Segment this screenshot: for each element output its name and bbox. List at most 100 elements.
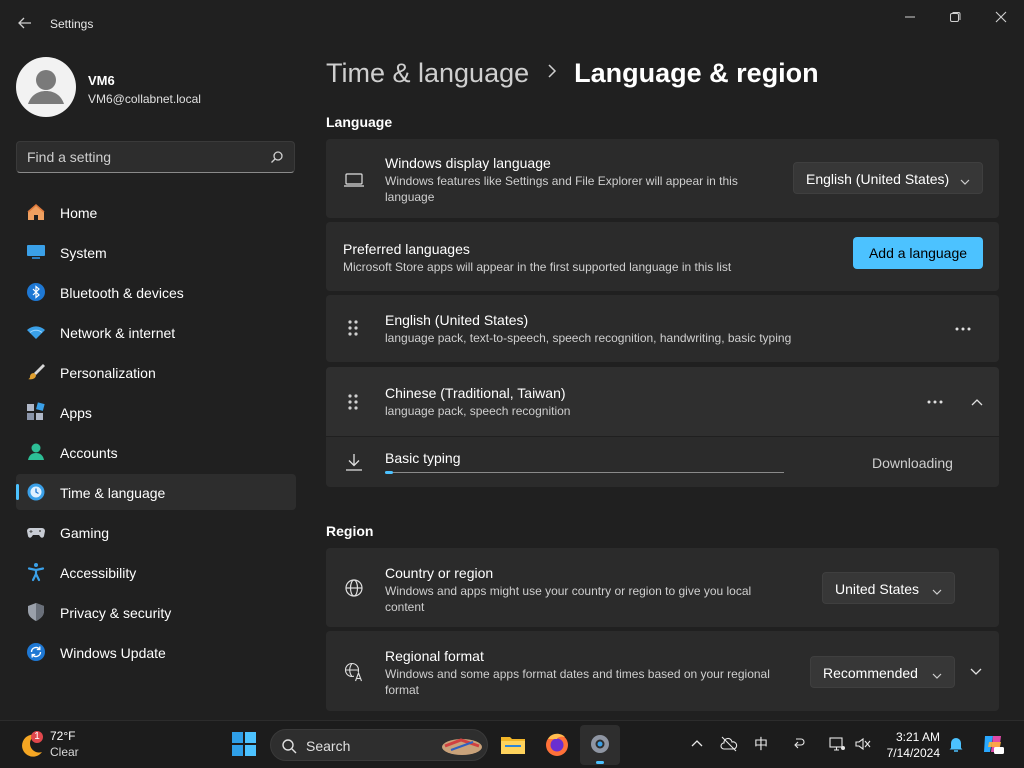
firefox-icon[interactable] <box>544 731 570 757</box>
back-arrow-icon[interactable] <box>14 12 36 34</box>
windows-start-icon[interactable] <box>231 731 257 757</box>
breadcrumb: Time & language Language & region <box>326 58 819 89</box>
clock-time[interactable]: 3:21 AM <box>880 730 940 744</box>
profile-name: VM6 <box>88 73 115 88</box>
regional-format-title: Regional format <box>385 648 484 664</box>
search-icon[interactable] <box>270 150 284 164</box>
maximize-button[interactable] <box>933 6 977 28</box>
breadcrumb-parent-link[interactable]: Time & language <box>326 58 529 88</box>
display-language-description: Windows features like Settings and File … <box>385 174 738 204</box>
regional-format-icon <box>343 661 365 683</box>
taskbar: 1 72°F Clear Search 中 3:21 AM 7/14/2024 <box>0 720 1024 768</box>
country-region-card: Country or region Windows and apps might… <box>326 548 999 627</box>
system-icon <box>26 242 46 262</box>
country-region-description: Windows and apps might use your country … <box>385 584 752 614</box>
accounts-icon <box>26 442 46 462</box>
sidebar-item-apps[interactable]: Apps <box>16 394 296 430</box>
language-features: language pack, text-to-speech, speech re… <box>385 331 792 345</box>
gamepad-icon <box>26 522 46 542</box>
search-input[interactable] <box>27 148 257 166</box>
country-region-dropdown[interactable]: United States <box>822 572 955 604</box>
taskbar-search-label: Search <box>306 738 351 754</box>
sidebar-item-time-language[interactable]: Time & language <box>16 474 296 510</box>
chevron-up-icon[interactable] <box>963 392 991 412</box>
chevron-right-icon <box>547 61 557 84</box>
sidebar-nav: Home System Bluetooth & devices Network … <box>16 194 296 674</box>
clock-date[interactable]: 7/14/2024 <box>870 746 940 760</box>
copilot-icon[interactable] <box>981 732 1005 756</box>
more-options-icon[interactable] <box>921 392 949 412</box>
input-mode-icon[interactable] <box>790 735 808 753</box>
language-item-chinese[interactable]: Chinese (Traditional, Taiwan) language p… <box>326 367 999 436</box>
language-item-english[interactable]: English (United States) language pack, t… <box>326 295 999 362</box>
search-icon <box>281 738 297 754</box>
sidebar-item-personalization[interactable]: Personalization <box>16 354 296 390</box>
file-explorer-icon[interactable] <box>500 731 526 757</box>
search-highlight-icon <box>439 734 485 756</box>
chevron-down-icon <box>932 668 942 679</box>
cloud-offline-icon[interactable] <box>720 735 738 753</box>
profile-email: VM6@collabnet.local <box>88 92 201 106</box>
app-title: Settings <box>50 17 94 31</box>
settings-app-icon[interactable] <box>580 725 620 765</box>
taskbar-search[interactable]: Search <box>270 729 488 761</box>
download-progress-fill <box>385 471 393 474</box>
expand-chevron-icon[interactable] <box>962 662 990 682</box>
update-icon <box>26 642 46 662</box>
notification-bell-icon[interactable] <box>947 735 965 753</box>
sidebar-item-windows-update[interactable]: Windows Update <box>16 634 296 670</box>
sidebar-item-home[interactable]: Home <box>16 194 296 230</box>
dropdown-value: Recommended <box>823 665 918 681</box>
title-bar: Settings <box>0 0 1024 48</box>
language-features: language pack, speech recognition <box>385 404 571 418</box>
sidebar-item-label: Accounts <box>60 445 118 461</box>
download-progress-bar <box>385 471 784 474</box>
sidebar-item-privacy[interactable]: Privacy & security <box>16 594 296 630</box>
sidebar-item-label: Personalization <box>60 365 156 381</box>
display-language-dropdown[interactable]: English (United States) <box>793 162 983 194</box>
drag-handle-icon[interactable] <box>346 319 360 337</box>
apps-icon <box>26 402 46 422</box>
ime-indicator[interactable]: 中 <box>752 734 770 752</box>
sidebar-item-gaming[interactable]: Gaming <box>16 514 296 550</box>
laptop-icon <box>343 169 365 191</box>
sidebar-item-network[interactable]: Network & internet <box>16 314 296 350</box>
page-title: Language & region <box>574 58 819 88</box>
sidebar-item-label: Privacy & security <box>60 605 172 621</box>
accessibility-icon <box>26 562 46 582</box>
sidebar-item-label: Apps <box>60 405 92 421</box>
regional-format-dropdown[interactable]: Recommended <box>810 656 955 688</box>
weather-condition: Clear <box>50 745 79 759</box>
chevron-down-icon <box>932 584 942 595</box>
sidebar-item-label: Windows Update <box>60 645 166 661</box>
minimize-button[interactable] <box>888 6 932 28</box>
preferred-languages-title: Preferred languages <box>343 241 470 257</box>
sidebar-item-bluetooth[interactable]: Bluetooth & devices <box>16 274 296 310</box>
download-status: Downloading <box>872 455 953 471</box>
sidebar-item-label: Gaming <box>60 525 110 541</box>
wifi-icon <box>26 322 46 342</box>
find-setting-search[interactable] <box>16 141 295 173</box>
sidebar-item-label: System <box>60 245 107 261</box>
avatar <box>16 57 76 117</box>
weather-widget[interactable]: 1 72°F Clear <box>18 727 118 763</box>
sidebar-item-system[interactable]: System <box>16 234 296 270</box>
sidebar-item-accounts[interactable]: Accounts <box>16 434 296 470</box>
brush-icon <box>26 362 46 382</box>
chevron-up-icon[interactable] <box>688 735 706 753</box>
basic-typing-download-row: Basic typing Downloading <box>326 437 999 487</box>
region-section-heading: Region <box>326 523 374 539</box>
display-icon[interactable] <box>828 735 846 753</box>
close-button[interactable] <box>979 6 1023 28</box>
drag-handle-icon[interactable] <box>346 393 360 411</box>
active-indicator <box>16 484 19 500</box>
add-language-button[interactable]: Add a language <box>853 237 983 269</box>
sidebar-item-label: Home <box>60 205 98 221</box>
sidebar-item-label: Network & internet <box>60 325 176 341</box>
regional-format-card[interactable]: Regional format Windows and some apps fo… <box>326 631 999 711</box>
shield-icon <box>26 602 46 622</box>
more-options-icon[interactable] <box>949 319 977 339</box>
sidebar-item-accessibility[interactable]: Accessibility <box>16 554 296 590</box>
bluetooth-icon <box>26 282 46 302</box>
globe-icon <box>343 577 365 599</box>
